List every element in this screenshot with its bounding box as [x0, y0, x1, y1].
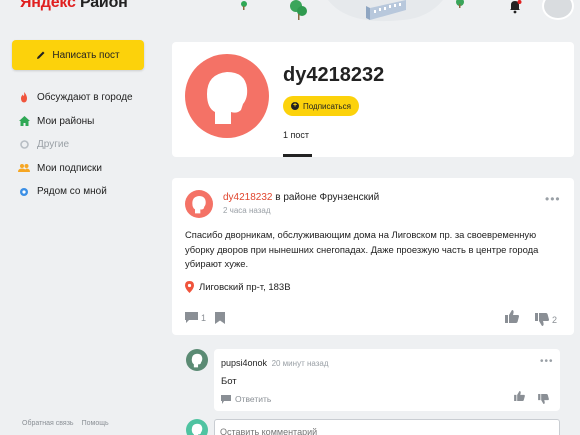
comment-timestamp: 20 минут назад: [271, 359, 329, 368]
new-comment-input[interactable]: [214, 419, 560, 435]
reply-label: Ответить: [235, 394, 272, 404]
footer-links: Обратная связь Помощь: [22, 420, 109, 427]
user-avatar[interactable]: [542, 0, 574, 20]
sidebar-item-nearby[interactable]: Рядом со мной: [12, 180, 162, 204]
bookmark-button[interactable]: [215, 312, 225, 324]
post-more-icon[interactable]: •••: [545, 193, 561, 205]
reply-icon: [221, 394, 231, 404]
post-district: в районе Фрунзенский: [275, 192, 380, 203]
thumbs-up-icon: [505, 310, 519, 323]
person-silhouette-icon: [191, 353, 203, 368]
yandex-rayon-logo[interactable]: Яндекс Район: [20, 0, 128, 12]
comment-author-name[interactable]: pupsi4onok: [221, 358, 267, 368]
feedback-link[interactable]: Обратная связь: [22, 420, 74, 427]
post-card: dy4218232 в районе Фрунзенский 2 часа на…: [172, 178, 574, 335]
sidebar-item-label: Рядом со мной: [37, 186, 107, 198]
comments-button[interactable]: 1: [185, 312, 206, 323]
person-silhouette-icon: [191, 423, 203, 435]
comments-count: 1: [201, 312, 207, 323]
comment-card: pupsi4onok 20 минут назад ••• Бот Ответи…: [214, 349, 560, 411]
subscribe-button[interactable]: + Подписаться: [283, 96, 359, 116]
sidebar-item-label: Мои районы: [37, 115, 95, 127]
tab-posts[interactable]: 1 пост: [283, 130, 309, 140]
comment-dislike-icon[interactable]: [538, 394, 549, 404]
home-icon: [18, 115, 30, 127]
logo-rayon-text: Район: [79, 0, 128, 11]
sidebar-nav: Обсуждают в городе Мои районы Другие Мои…: [12, 86, 162, 204]
profile-avatar: [185, 54, 269, 138]
sidebar-item-my-districts[interactable]: Мои районы: [12, 110, 162, 134]
profile-card: dy4218232 + Подписаться 1 пост: [172, 42, 574, 157]
post-author-name[interactable]: dy4218232: [223, 192, 273, 203]
write-post-button[interactable]: Написать пост: [12, 40, 144, 70]
sidebar: Написать пост Обсуждают в городе Мои рай…: [12, 40, 162, 204]
circle-icon: [18, 139, 30, 151]
header-illustration: [241, 0, 464, 22]
sidebar-item-label: Мои подписки: [37, 162, 102, 174]
comment-author-avatar[interactable]: [186, 349, 208, 371]
post-author-avatar[interactable]: [185, 190, 213, 218]
bookmark-icon: [215, 312, 225, 324]
people-icon: [18, 162, 30, 174]
dislike-button[interactable]: 2: [535, 313, 557, 326]
like-button[interactable]: [505, 310, 519, 323]
comment-author-line: pupsi4onok 20 минут назад: [221, 358, 329, 368]
sidebar-item-other[interactable]: Другие: [12, 133, 162, 157]
plus-icon: +: [291, 102, 299, 110]
write-post-label: Написать пост: [52, 49, 120, 61]
location-dot-icon: [18, 186, 30, 198]
comment-icon: [185, 312, 198, 323]
current-user-avatar: [186, 419, 208, 435]
top-bar: Яндекс Район: [0, 0, 580, 22]
sidebar-item-label: Другие: [37, 139, 70, 151]
reply-button[interactable]: Ответить: [221, 394, 271, 404]
logo-yandex-text: Яндекс: [20, 0, 76, 11]
post-address[interactable]: Лиговский пр-т, 183В: [185, 281, 291, 293]
pencil-icon: [37, 51, 45, 59]
person-silhouette-icon: [192, 196, 206, 214]
sidebar-item-label: Обсуждают в городе: [37, 92, 133, 104]
thumbs-down-icon: [535, 313, 549, 326]
sidebar-item-subscriptions[interactable]: Мои подписки: [12, 157, 162, 181]
post-address-text: Лиговский пр-т, 183В: [199, 281, 291, 293]
sidebar-item-discussed[interactable]: Обсуждают в городе: [12, 86, 162, 110]
comment-text: Бот: [221, 376, 237, 387]
comment-like-icon[interactable]: [514, 391, 525, 401]
map-pin-icon: [185, 281, 194, 293]
help-link[interactable]: Помощь: [82, 420, 109, 427]
tab-active-indicator: [283, 154, 312, 157]
bell-icon[interactable]: [508, 0, 522, 14]
fire-icon: [18, 92, 30, 104]
profile-username: dy4218232: [283, 64, 385, 86]
comment-more-icon[interactable]: •••: [540, 357, 554, 367]
post-actions: 1 2: [185, 310, 561, 328]
post-author-line: dy4218232 в районе Фрунзенский: [223, 192, 379, 203]
post-timestamp: 2 часа назад: [223, 206, 271, 215]
person-silhouette-icon: [207, 72, 248, 124]
dislikes-count: 2: [552, 314, 558, 325]
subscribe-label: Подписаться: [303, 101, 351, 111]
post-text: Спасибо дворникам, обслуживающим дома на…: [185, 229, 539, 269]
